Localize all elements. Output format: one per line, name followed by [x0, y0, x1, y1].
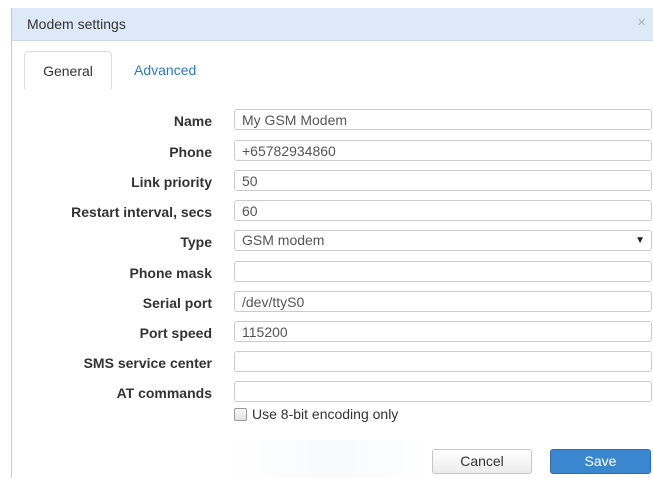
type-label: Type — [180, 234, 212, 250]
serial-port-input[interactable] — [234, 291, 652, 312]
phone-mask-label: Phone mask — [129, 265, 212, 281]
phone-mask-input[interactable] — [234, 261, 652, 282]
name-label: Name — [173, 113, 212, 129]
sms-service-center-row: SMS service center — [12, 351, 653, 377]
type-row: Type GSM modem ▼ — [12, 230, 653, 256]
save-button[interactable]: Save — [550, 449, 651, 474]
name-input[interactable] — [234, 109, 652, 130]
sms-service-center-input[interactable] — [234, 351, 652, 372]
type-select[interactable]: GSM modem ▼ — [234, 230, 652, 251]
tab-general[interactable]: General — [24, 51, 112, 90]
restart-interval-input[interactable] — [234, 200, 652, 221]
footer-shade — [232, 440, 432, 478]
close-icon[interactable]: × — [637, 14, 646, 32]
at-commands-row: AT commands — [12, 381, 653, 407]
eight-bit-label[interactable]: Use 8-bit encoding only — [252, 406, 398, 422]
phone-input[interactable] — [234, 140, 652, 161]
restart-interval-row: Restart interval, secs — [12, 200, 653, 226]
chevron-down-icon: ▼ — [635, 235, 645, 246]
link-priority-input[interactable] — [234, 170, 652, 191]
at-commands-label: AT commands — [116, 385, 212, 401]
tab-advanced[interactable]: Advanced — [124, 51, 206, 90]
phone-label: Phone — [169, 144, 212, 160]
port-speed-label: Port speed — [139, 325, 212, 341]
sms-service-center-label: SMS service center — [83, 355, 212, 371]
serial-port-label: Serial port — [142, 295, 212, 311]
name-row: Name — [12, 109, 653, 135]
type-select-value: GSM modem — [242, 232, 325, 248]
restart-interval-label: Restart interval, secs — [71, 204, 212, 220]
serial-port-row: Serial port — [12, 291, 653, 317]
phone-row: Phone — [12, 140, 653, 166]
port-speed-input[interactable] — [234, 321, 652, 342]
dialog-title: Modem settings — [27, 16, 126, 32]
phone-mask-row: Phone mask — [12, 261, 653, 287]
link-priority-label: Link priority — [131, 174, 212, 190]
at-commands-input[interactable] — [234, 381, 652, 402]
port-speed-row: Port speed — [12, 321, 653, 347]
cancel-button[interactable]: Cancel — [432, 449, 532, 474]
dialog-titlebar: Modem settings × — [12, 8, 653, 41]
modem-settings-dialog: Modem settings × General Advanced Name P… — [11, 8, 653, 478]
tab-bar: General Advanced — [12, 50, 653, 90]
link-priority-row: Link priority — [12, 170, 653, 196]
eight-bit-checkbox[interactable] — [234, 408, 247, 421]
